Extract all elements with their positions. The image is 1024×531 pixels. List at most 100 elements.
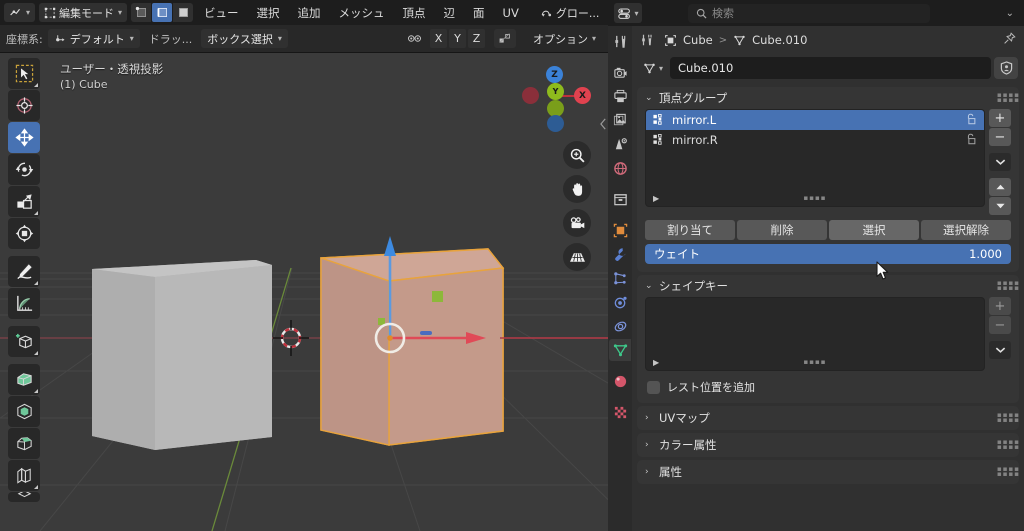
tool-extrude-region[interactable] [8,364,40,395]
camera-view-button[interactable] [563,209,591,237]
options-dropdown[interactable]: オプション ▾ [527,29,602,48]
pin-button[interactable] [1003,32,1016,48]
mirror-toggle[interactable] [493,29,516,48]
tool-rotate[interactable] [8,154,40,185]
weight-slider[interactable]: ウェイト 1.000 [645,244,1011,264]
sidebar-collapse-arrow[interactable] [598,113,608,135]
tool-annotate[interactable] [8,256,40,287]
vertex-group-list[interactable]: mirror.L mirror.R ▶ ▪▪▪▪ [645,109,985,207]
properties-tab-object[interactable] [609,219,631,241]
properties-tab-output[interactable] [609,85,631,107]
expand-filter-triangle-icon[interactable]: ▶ [653,194,659,203]
tool-move[interactable] [8,122,40,153]
gizmo-axis-x[interactable]: X [574,87,591,104]
resize-grip-icon[interactable]: ▪▪▪▪ [804,194,827,201]
menu-mesh[interactable]: メッシュ [332,3,392,22]
search-input[interactable]: 検索 [688,3,930,23]
shape-key-specials-button[interactable] [989,341,1011,359]
add-rest-position-checkbox[interactable] [647,380,660,394]
mesh-name-field[interactable]: Cube.010 [670,57,991,79]
tool-loop-cut[interactable] [8,460,40,491]
properties-tab-tool[interactable] [609,30,631,52]
tool-add-cube[interactable] [8,326,40,357]
vertex-group-specials-button[interactable] [989,153,1011,171]
tool-bevel[interactable] [8,428,40,459]
mode-selector[interactable]: 編集モード ▾ [39,3,128,22]
axis-toggle-z[interactable]: Z [467,29,485,48]
breadcrumb-object-name[interactable]: Cube [683,33,713,47]
gizmo-axis-z[interactable]: Z [546,66,563,83]
remove-vertex-group-button[interactable]: − [989,128,1011,146]
assign-button[interactable]: 割り当て [645,220,735,240]
properties-tab-object-data[interactable] [609,339,631,361]
resize-grip-icon[interactable]: ▪▪▪▪ [804,358,827,365]
tool-scale[interactable] [8,186,40,217]
select-button[interactable]: 選択 [829,220,919,240]
add-rest-position-row[interactable]: レスト位置を追加 [645,379,1011,395]
properties-tab-collection[interactable] [609,188,631,210]
deselect-button[interactable]: 選択解除 [921,220,1011,240]
panel-header-attributes[interactable]: › 属性 ▪▪▪▪ ▪▪▪▪ [637,460,1019,484]
header-chevron-down-icon[interactable]: ⌄ [1006,8,1018,19]
pan-button[interactable] [563,175,591,203]
remove-button[interactable]: 削除 [737,220,827,240]
panel-header-vertex-groups[interactable]: ⌄ 頂点グループ ▪▪▪▪ ▪▪▪▪ [637,87,1019,109]
properties-tab-render[interactable] [609,61,631,83]
navigation-gizmo[interactable]: Z Y X [518,61,591,133]
proportional-editing-toggle[interactable] [405,29,425,48]
face-select-mode-button[interactable] [173,3,194,22]
unlocked-icon[interactable] [965,113,977,128]
move-vertex-group-up-button[interactable] [989,178,1011,196]
menu-edge[interactable]: 辺 [437,3,463,22]
shape-key-list[interactable]: ▶ ▪▪▪▪ [645,297,985,371]
fake-user-button[interactable] [994,57,1018,79]
tool-cursor[interactable] [8,90,40,121]
move-vertex-group-down-button[interactable] [989,197,1011,215]
add-shape-key-button[interactable]: + [989,297,1011,315]
tool-measure[interactable] [8,288,40,319]
toggle-orthographic-button[interactable] [563,243,591,271]
mesh-datablock-selector[interactable]: ▾ [638,57,668,79]
list-item[interactable]: mirror.L [646,110,984,130]
transform-orientation-dropdown[interactable]: デフォルト ▾ [47,29,140,48]
panel-header-uv-maps[interactable]: › UVマップ ▪▪▪▪ ▪▪▪▪ [637,406,1019,430]
properties-tab-world[interactable] [609,157,631,179]
axis-toggle-x[interactable]: X [429,29,447,48]
zoom-button[interactable] [563,141,591,169]
properties-editor-type-button[interactable]: ▾ [614,3,642,23]
gizmo-axis-y[interactable]: Y [547,83,564,100]
list-item[interactable]: mirror.R [646,130,984,150]
menu-vertex[interactable]: 頂点 [396,3,433,22]
properties-tab-scene[interactable] [609,133,631,155]
gizmo-axis-z-negative[interactable] [547,115,564,132]
tool-inset-faces[interactable] [8,396,40,427]
remove-shape-key-button[interactable]: − [989,316,1011,334]
select-mode-dropdown[interactable]: ボックス選択 ▾ [201,29,288,48]
tool-knife[interactable] [8,492,40,502]
vertex-select-mode-button[interactable] [131,3,152,22]
menu-uv[interactable]: UV [496,3,526,22]
unlocked-icon[interactable] [965,133,977,148]
edge-select-mode-button[interactable] [152,3,173,22]
3d-viewport[interactable]: ユーザー・透視投影 (1) Cube Z Y X [0,53,608,531]
properties-tab-physics[interactable] [609,291,631,313]
properties-tab-texture[interactable] [609,401,631,423]
panel-header-color-attributes[interactable]: › カラー属性 ▪▪▪▪ ▪▪▪▪ [637,433,1019,457]
menu-add[interactable]: 追加 [291,3,328,22]
add-vertex-group-button[interactable]: + [989,109,1011,127]
expand-filter-triangle-icon[interactable]: ▶ [653,358,659,367]
tool-transform[interactable] [8,218,40,249]
menu-select[interactable]: 選択 [250,3,287,22]
panel-header-shape-keys[interactable]: ⌄ シェイプキー ▪▪▪▪ ▪▪▪▪ [637,275,1019,297]
properties-tab-modifiers[interactable] [609,243,631,265]
breadcrumb-data-name[interactable]: Cube.010 [752,33,807,47]
properties-tab-constraints[interactable] [609,315,631,337]
editor-type-button[interactable]: ▾ [4,3,36,22]
menu-face[interactable]: 面 [466,3,492,22]
properties-tab-material[interactable] [609,370,631,392]
transform-orientation-selector[interactable]: グロー... [534,3,606,22]
gizmo-axis-x-negative[interactable] [522,87,539,104]
tool-tweak-select-box[interactable] [8,58,40,89]
axis-toggle-y[interactable]: Y [448,29,466,48]
properties-tab-particles[interactable] [609,267,631,289]
